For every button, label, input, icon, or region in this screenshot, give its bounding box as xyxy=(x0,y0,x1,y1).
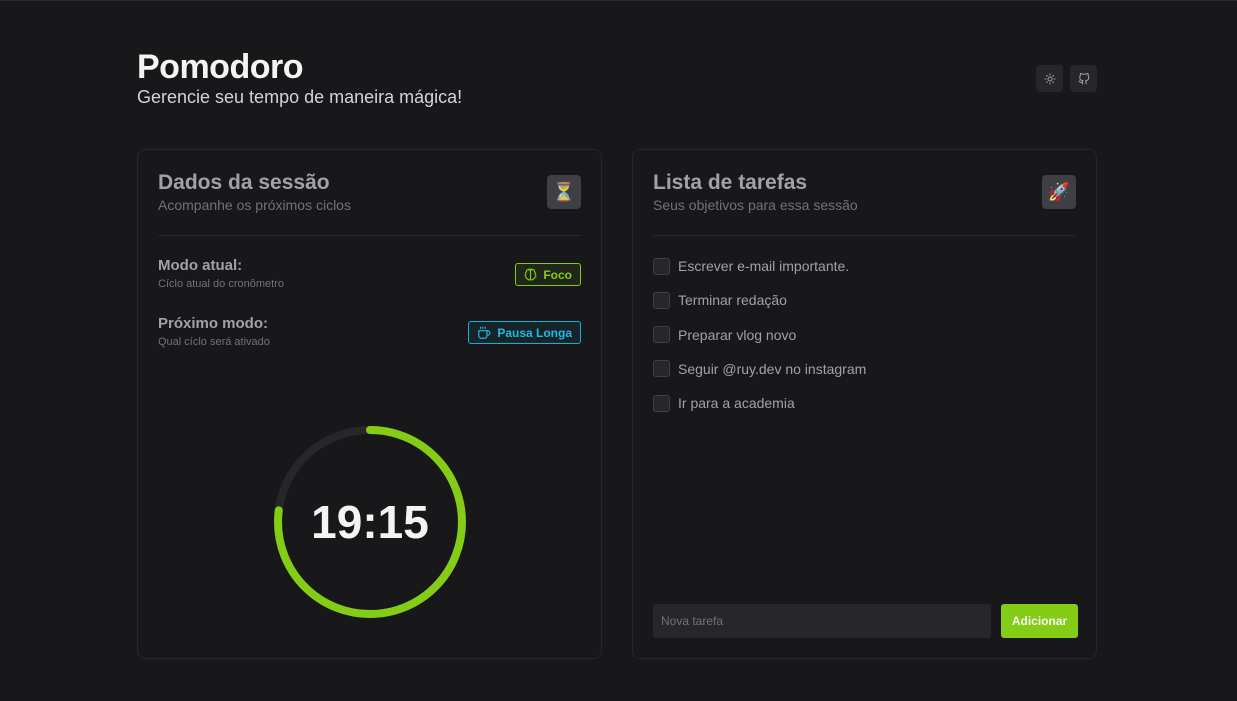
top-border xyxy=(0,0,1237,1)
task-checkbox[interactable] xyxy=(653,394,670,412)
theme-toggle-button[interactable] xyxy=(1036,65,1063,92)
task-item[interactable]: Terminar redação xyxy=(653,290,1053,310)
app-subtitle: Gerencie seu tempo de maneira mágica! xyxy=(137,87,463,107)
task-label: Ir para a academia xyxy=(678,395,795,412)
hourglass-icon: ⏳ xyxy=(547,175,581,209)
tasks-card-header: Lista de tarefas Seus objetivos para ess… xyxy=(653,170,1076,236)
focus-badge: Foco xyxy=(515,263,581,286)
session-description: Acompanhe os próximos ciclos xyxy=(158,197,351,213)
long-break-badge-label: Pausa Longa xyxy=(497,325,572,340)
current-mode-row: Modo atual: Cíclo atual do cronômetro Fo… xyxy=(158,256,581,296)
next-mode-row: Próximo modo: Qual cíclo será ativado Pa… xyxy=(158,314,581,354)
task-item[interactable]: Preparar vlog novo xyxy=(653,325,1053,345)
timer: 19:15 xyxy=(271,423,469,621)
task-label: Terminar redação xyxy=(678,292,787,309)
github-icon xyxy=(1078,72,1089,84)
tasks-description: Seus objetivos para essa sessão xyxy=(653,197,858,213)
task-checkbox[interactable] xyxy=(653,291,670,309)
page-header: Pomodoro Gerencie seu tempo de maneira m… xyxy=(137,48,1097,112)
brain-icon xyxy=(524,268,537,281)
focus-badge-label: Foco xyxy=(543,267,572,282)
github-button[interactable] xyxy=(1070,65,1097,92)
task-list: Escrever e-mail importante. Terminar red… xyxy=(653,256,1053,427)
task-label: Seguir @ruy.dev no instagram xyxy=(678,360,867,377)
sun-icon xyxy=(1044,73,1055,84)
add-task-button[interactable]: Adicionar xyxy=(1001,604,1078,638)
long-break-badge: Pausa Longa xyxy=(468,321,581,344)
new-task-input[interactable] xyxy=(653,604,991,638)
coffee-icon xyxy=(478,326,491,339)
session-title: Dados da sessão xyxy=(158,171,330,194)
task-item[interactable]: Seguir @ruy.dev no instagram xyxy=(653,359,1053,379)
task-item[interactable]: Escrever e-mail importante. xyxy=(653,256,1053,276)
header-actions xyxy=(1036,65,1097,92)
task-checkbox[interactable] xyxy=(653,257,670,275)
app-title: Pomodoro xyxy=(137,48,303,86)
task-checkbox[interactable] xyxy=(653,326,670,344)
timer-display: 19:15 xyxy=(311,496,429,548)
task-item[interactable]: Ir para a academia xyxy=(653,393,1053,413)
task-label: Preparar vlog novo xyxy=(678,326,797,343)
task-label: Escrever e-mail importante. xyxy=(678,258,850,274)
rocket-icon: 🚀 xyxy=(1042,175,1076,209)
task-checkbox[interactable] xyxy=(653,360,670,378)
session-card: Dados da sessão Acompanhe os próximos ci… xyxy=(137,149,602,659)
tasks-title: Lista de tarefas xyxy=(653,171,808,194)
session-card-header: Dados da sessão Acompanhe os próximos ci… xyxy=(158,170,581,236)
tasks-card: Lista de tarefas Seus objetivos para ess… xyxy=(632,149,1097,659)
